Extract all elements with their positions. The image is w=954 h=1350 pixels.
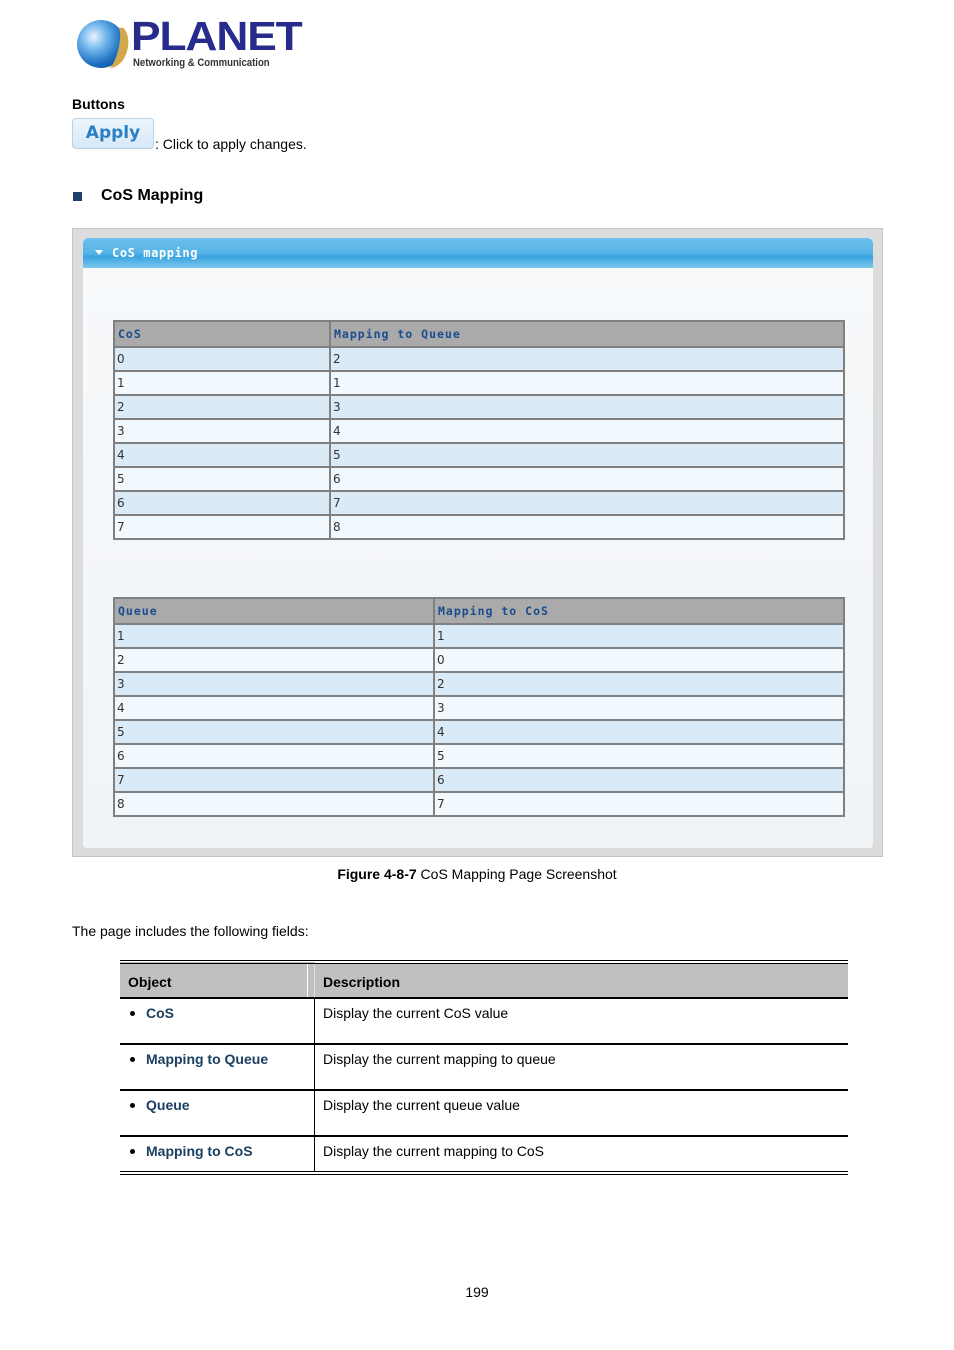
table-row: 02 [113, 346, 845, 372]
collapse-arrow-icon[interactable] [95, 250, 103, 255]
table-row: 11 [113, 623, 845, 649]
object-name: Queue [146, 1097, 190, 1113]
cos-cell: 5 [113, 466, 331, 492]
globe-logo-icon [77, 20, 125, 68]
cos-mapping-cell: 2 [433, 671, 845, 697]
column-header-object: Object [120, 960, 315, 998]
cos-cell: 4 [113, 442, 331, 468]
queue-mapping-cell: 6 [329, 466, 845, 492]
cos-to-queue-table: CoS Mapping to Queue 0211233445566778 [113, 320, 845, 540]
table-row: 32 [113, 671, 845, 697]
table-row: 76 [113, 767, 845, 793]
column-header-mapping-to-cos: Mapping to CoS [433, 597, 845, 625]
object-cell: Mapping to Queue [120, 1043, 315, 1090]
object-name: Mapping to CoS [146, 1143, 253, 1159]
figure-text: CoS Mapping Page Screenshot [416, 866, 617, 882]
cos-cell: 3 [113, 418, 331, 444]
object-cell: Mapping to CoS [120, 1135, 315, 1175]
table-row: 54 [113, 719, 845, 745]
table-row: 43 [113, 695, 845, 721]
description-cell: Display the current CoS value [314, 997, 848, 1044]
column-header-description: Description [314, 960, 848, 998]
object-name: CoS [146, 1005, 174, 1021]
description-cell: Display the current queue value [314, 1089, 848, 1136]
cos-mapping-cell: 1 [433, 623, 845, 649]
queue-mapping-cell: 5 [329, 442, 845, 468]
queue-cell: 6 [113, 743, 435, 769]
table-row: 65 [113, 743, 845, 769]
table-row: 56 [113, 466, 845, 492]
cos-cell: 1 [113, 370, 331, 396]
object-cell: Queue [120, 1089, 315, 1136]
panel-body: CoS Mapping to Queue 0211233445566778 Qu… [83, 268, 873, 848]
bullet-icon [130, 1148, 135, 1154]
cos-cell: 2 [113, 394, 331, 420]
cos-cell: 6 [113, 490, 331, 516]
table-row: CoS Display the current CoS value [120, 997, 848, 1044]
object-cell: CoS [120, 997, 315, 1044]
column-header-cos: CoS [113, 320, 331, 348]
table-row: 78 [113, 514, 845, 540]
object-name: Mapping to Queue [146, 1051, 269, 1067]
column-header-queue: Queue [113, 597, 435, 625]
table-row: Queue Display the current queue value [120, 1089, 848, 1136]
table-row: 11 [113, 370, 845, 396]
cos-mapping-cell: 6 [433, 767, 845, 793]
queue-mapping-cell: 1 [329, 370, 845, 396]
cos-mapping-cell: 0 [433, 647, 845, 673]
bullet-icon [130, 1010, 135, 1016]
table-row: 45 [113, 442, 845, 468]
table-row: Mapping to CoS Display the current mappin… [120, 1135, 848, 1175]
cos-cell: 7 [113, 514, 331, 540]
screenshot-frame: CoS mapping CoS Mapping to Queue 0211233… [72, 228, 883, 857]
logo-brand: PLANET [131, 13, 303, 59]
description-cell: Display the current mapping to queue [314, 1043, 848, 1090]
table-row: 23 [113, 394, 845, 420]
table-row: 20 [113, 647, 845, 673]
bullet-icon [130, 1102, 135, 1108]
queue-cell: 2 [113, 647, 435, 673]
queue-cell: 5 [113, 719, 435, 745]
queue-cell: 1 [113, 623, 435, 649]
fields-intro: The page includes the following fields: [72, 923, 309, 939]
cos-mapping-cell: 4 [433, 719, 845, 745]
queue-cell: 8 [113, 791, 435, 817]
figure-label: Figure 4-8-7 [337, 866, 417, 882]
field-description-table: Object Description CoS Display the curren… [120, 960, 848, 1175]
section-title: CoS Mapping [101, 187, 204, 204]
table-row: 67 [113, 490, 845, 516]
cos-mapping-panel: CoS mapping CoS Mapping to Queue 0211233… [83, 238, 873, 848]
cos-mapping-cell: 7 [433, 791, 845, 817]
apply-description: : Click to apply changes. [155, 136, 307, 152]
apply-button[interactable]: Apply [72, 118, 154, 149]
panel-header[interactable]: CoS mapping [83, 238, 873, 268]
logo-tagline: Networking & Communication [133, 57, 270, 69]
table-row: 87 [113, 791, 845, 817]
planet-logo: PLANET Networking & Communication [74, 13, 303, 74]
figure-caption: Figure 4-8-7 CoS Mapping Page Screenshot [0, 866, 954, 882]
queue-cell: 3 [113, 671, 435, 697]
bullet-icon [130, 1056, 135, 1062]
queue-to-cos-table: Queue Mapping to CoS 1120324354657687 [113, 597, 845, 817]
queue-mapping-cell: 3 [329, 394, 845, 420]
table-row: 34 [113, 418, 845, 444]
cos-mapping-cell: 3 [433, 695, 845, 721]
queue-mapping-cell: 2 [329, 346, 845, 372]
queue-cell: 4 [113, 695, 435, 721]
square-bullet-icon [73, 192, 82, 201]
cos-mapping-cell: 5 [433, 743, 845, 769]
buttons-heading: Buttons [72, 96, 125, 112]
description-cell: Display the current mapping to CoS [314, 1135, 848, 1175]
queue-mapping-cell: 8 [329, 514, 845, 540]
panel-title: CoS mapping [112, 246, 199, 260]
page-number: 199 [465, 1284, 489, 1300]
queue-cell: 7 [113, 767, 435, 793]
queue-mapping-cell: 7 [329, 490, 845, 516]
table-row: Mapping to Queue Display the current mapp… [120, 1043, 848, 1090]
cos-cell: 0 [113, 346, 331, 372]
queue-mapping-cell: 4 [329, 418, 845, 444]
column-header-mapping-to-queue: Mapping to Queue [329, 320, 845, 348]
